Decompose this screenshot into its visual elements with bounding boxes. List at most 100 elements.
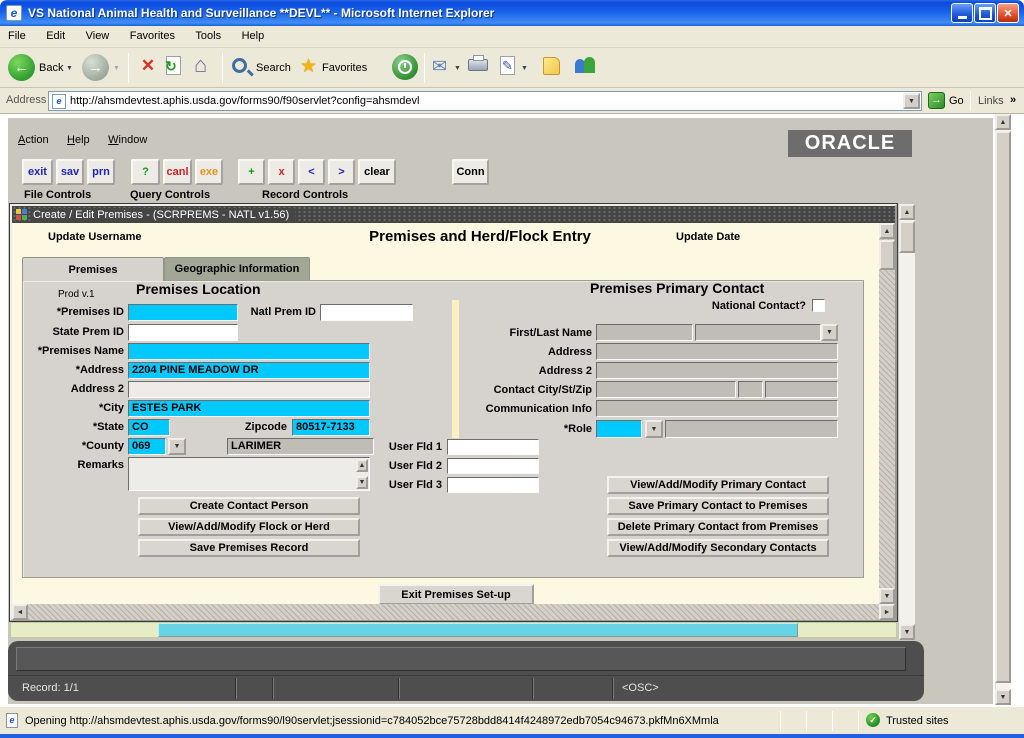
save-premises-record-button[interactable]: Save Premises Record: [138, 539, 360, 557]
user-fld-3-field[interactable]: [447, 477, 539, 493]
go-label[interactable]: Go: [949, 95, 964, 107]
menu-favorites[interactable]: Favorites: [122, 27, 183, 45]
record-next-button[interactable]: >: [328, 159, 355, 185]
menu-help[interactable]: Help: [234, 27, 273, 45]
messenger-button[interactable]: [575, 56, 599, 76]
form-horizontal-scrollbar[interactable]: [12, 604, 895, 620]
history-button[interactable]: [392, 54, 418, 80]
applet-scroll-up-button[interactable]: ▲: [899, 204, 915, 220]
form-scroll-right-button[interactable]: ►: [879, 604, 895, 620]
record-previous-button[interactable]: <: [298, 159, 325, 185]
conn-button[interactable]: Conn: [452, 159, 489, 185]
address2-field[interactable]: [128, 381, 370, 398]
applet-vertical-scrollbar[interactable]: [899, 204, 915, 640]
record-delete-button[interactable]: x: [268, 159, 295, 185]
address-field[interactable]: 2204 PINE MEADOW DR: [128, 362, 370, 379]
form-scroll-down-button[interactable]: ▼: [879, 588, 895, 604]
applet-menu-action[interactable]: Action: [18, 134, 49, 146]
delete-primary-contact-button[interactable]: Delete Primary Contact from Premises: [607, 518, 829, 536]
favorites-button[interactable]: ★: [300, 55, 317, 78]
last-name-field[interactable]: [695, 324, 821, 341]
communication-info-field[interactable]: [596, 400, 838, 417]
mail-button[interactable]: ✉: [432, 56, 447, 77]
edit-button[interactable]: ✎: [500, 56, 515, 75]
role-field[interactable]: [596, 420, 642, 438]
applet-menu-help[interactable]: Help: [67, 134, 90, 146]
form-scroll-up-button[interactable]: ▲: [879, 223, 895, 239]
edit-dropdown-icon[interactable]: ▼: [521, 65, 528, 72]
restore-button[interactable]: [974, 3, 996, 23]
go-button[interactable]: →: [928, 92, 945, 109]
menu-tools[interactable]: Tools: [187, 27, 229, 45]
page-vscroll-thumb[interactable]: [995, 131, 1011, 683]
search-button[interactable]: [232, 58, 258, 78]
exit-premises-setup-button[interactable]: Exit Premises Set-up: [378, 584, 534, 605]
record-clear-button[interactable]: clear: [358, 159, 396, 185]
tab-premises[interactable]: Premises: [22, 257, 164, 281]
save-primary-contact-button[interactable]: Save Primary Contact to Premises: [607, 497, 829, 515]
links-chevron-icon[interactable]: »: [1010, 94, 1016, 106]
exit-button[interactable]: exit: [22, 159, 53, 185]
form-scroll-left-button[interactable]: ◄: [12, 604, 28, 620]
premises-window-titlebar[interactable]: Create / Edit Premises - (SCRPREMS - NAT…: [12, 206, 895, 223]
forward-dropdown-icon[interactable]: ▼: [113, 65, 120, 72]
user-fld-2-field[interactable]: [447, 458, 539, 474]
save-button[interactable]: sav: [56, 159, 84, 185]
city-field[interactable]: ESTES PARK: [128, 400, 370, 417]
state-prem-id-field[interactable]: [128, 324, 238, 341]
mail-dropdown-icon[interactable]: ▼: [454, 65, 461, 72]
back-dropdown-icon[interactable]: ▼: [66, 65, 73, 72]
premises-name-field[interactable]: [128, 343, 370, 360]
stop-button[interactable]: ✕: [137, 56, 159, 78]
create-contact-person-button[interactable]: Create Contact Person: [138, 497, 360, 515]
close-button[interactable]: ✕: [997, 3, 1019, 23]
applet-hscroll-thumb[interactable]: [158, 623, 798, 637]
contact-state-field[interactable]: [738, 381, 763, 398]
remarks-field[interactable]: [128, 457, 370, 491]
premises-id-field[interactable]: [128, 304, 238, 321]
menu-edit[interactable]: Edit: [38, 27, 73, 45]
forward-button[interactable]: →: [82, 54, 109, 81]
links-label[interactable]: Links: [978, 95, 1004, 107]
form-vscroll-thumb[interactable]: [879, 240, 895, 270]
name-dropdown-button[interactable]: ▼: [821, 324, 838, 341]
user-fld-1-field[interactable]: [447, 439, 539, 455]
applet-vscroll-thumb[interactable]: [899, 221, 915, 253]
state-field[interactable]: CO: [128, 419, 170, 436]
role-dropdown-button[interactable]: ▼: [645, 420, 663, 438]
remarks-scroll-down-button[interactable]: ▼: [356, 476, 368, 489]
record-insert-button[interactable]: +: [238, 159, 265, 185]
address-dropdown-button[interactable]: ▼: [903, 93, 920, 109]
zipcode-field[interactable]: 80517-7133: [292, 419, 370, 436]
county-dropdown-button[interactable]: ▼: [168, 438, 186, 455]
applet-scroll-down-button[interactable]: ▼: [899, 624, 915, 640]
contact-address2-field[interactable]: [596, 362, 838, 379]
query-execute-button[interactable]: exe: [195, 159, 223, 185]
natl-prem-id-field[interactable]: [320, 304, 413, 321]
refresh-button[interactable]: ↻: [166, 56, 181, 75]
view-add-modify-flock-button[interactable]: View/Add/Modify Flock or Herd: [138, 518, 360, 536]
page-scroll-up-button[interactable]: ▲: [995, 114, 1011, 130]
discuss-note-button[interactable]: [543, 57, 560, 75]
back-button[interactable]: ←: [8, 54, 35, 81]
home-button[interactable]: ⌂: [194, 52, 207, 78]
first-name-field[interactable]: [596, 324, 693, 341]
page-scroll-down-button[interactable]: ▼: [995, 689, 1011, 705]
contact-zip-field[interactable]: [765, 381, 838, 398]
contact-address-field[interactable]: [596, 343, 838, 360]
applet-menu-window[interactable]: Window: [108, 134, 147, 146]
menu-view[interactable]: View: [78, 27, 118, 45]
query-cancel-button[interactable]: canl: [163, 159, 192, 185]
address-input[interactable]: e http://ahsmdevtest.aphis.usda.gov/form…: [48, 91, 922, 111]
query-enter-button[interactable]: ?: [131, 159, 160, 185]
minimize-button[interactable]: [951, 3, 973, 23]
print-button[interactable]: [468, 59, 488, 71]
view-add-modify-secondary-contacts-button[interactable]: View/Add/Modify Secondary Contacts: [607, 539, 829, 557]
remarks-scroll-up-button[interactable]: ▲: [356, 459, 368, 472]
national-contact-checkbox[interactable]: [812, 299, 825, 312]
form-vertical-scrollbar[interactable]: [879, 223, 895, 604]
view-add-modify-primary-contact-button[interactable]: View/Add/Modify Primary Contact: [607, 476, 829, 494]
menu-file[interactable]: File: [0, 27, 34, 45]
tab-geographic-information[interactable]: Geographic Information: [164, 257, 310, 280]
contact-city-field[interactable]: [596, 381, 736, 398]
